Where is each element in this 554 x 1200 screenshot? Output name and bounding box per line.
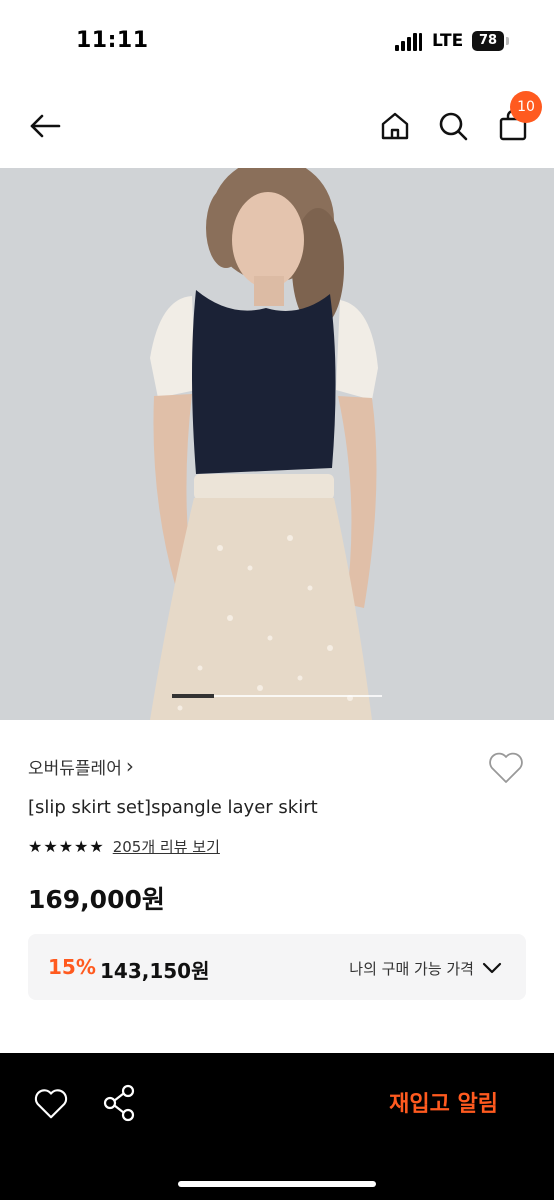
discount-rate: 15% — [48, 955, 96, 979]
home-indicator — [178, 1181, 376, 1187]
product-image[interactable] — [0, 168, 554, 720]
battery-tip — [506, 37, 509, 45]
restock-alert-button[interactable]: 재입고 알림 — [389, 1086, 498, 1118]
chevron-down-icon — [482, 962, 502, 974]
share-button[interactable] — [100, 1083, 138, 1123]
rating-row: ★★★★★ 205개 리뷰 보기 — [28, 836, 220, 857]
discount-price: 143,150원 — [100, 959, 210, 983]
bottom-action-bar: 재입고 알림 — [0, 1053, 554, 1200]
discount-label: 나의 구매 가능 가격 — [349, 960, 474, 978]
discount-price-panel[interactable]: 15% 143,150원 나의 구매 가능 가격 — [28, 934, 526, 1000]
search-icon — [439, 112, 468, 141]
star-rating-icon: ★★★★★ — [28, 837, 105, 856]
arrow-left-icon — [30, 114, 61, 138]
chevron-right-icon: › — [125, 754, 134, 778]
heart-icon — [34, 1089, 68, 1119]
model-photo — [0, 168, 554, 720]
top-navigation — [0, 84, 554, 168]
product-price: 169,000원 — [28, 885, 165, 914]
search-button[interactable] — [428, 84, 478, 168]
brand-link[interactable]: 오버듀플레어 › — [28, 754, 134, 779]
status-bar: 11:11 LTE 78 — [0, 0, 554, 84]
home-button[interactable] — [370, 84, 420, 168]
review-link[interactable]: 205개 리뷰 보기 — [113, 836, 220, 857]
wishlist-bottom-button[interactable] — [32, 1085, 70, 1123]
wishlist-button[interactable] — [486, 748, 526, 788]
back-button[interactable] — [20, 84, 70, 168]
battery-icon: 78 — [472, 31, 504, 51]
home-icon — [381, 112, 409, 140]
image-slider-indicator — [172, 694, 382, 698]
slider-progress — [172, 694, 214, 698]
status-time: 11:11 — [76, 28, 149, 53]
network-type: LTE — [432, 31, 464, 51]
signal-icon — [395, 31, 423, 51]
cart-count-badge: 10 — [510, 91, 542, 123]
heart-icon — [489, 752, 523, 783]
product-title: [slip skirt set]spangle layer skirt — [28, 797, 318, 818]
brand-name: 오버듀플레어 — [28, 759, 122, 779]
share-icon — [103, 1084, 135, 1122]
